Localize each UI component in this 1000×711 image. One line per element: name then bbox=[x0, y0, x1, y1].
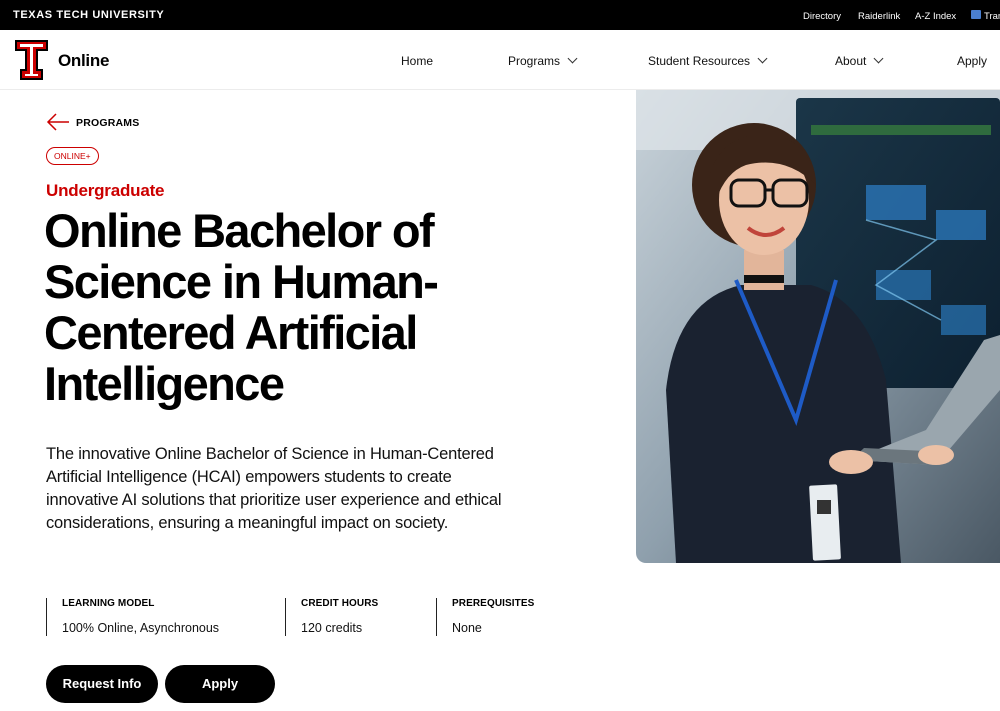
chevron-down-icon bbox=[757, 53, 768, 64]
raiderlink-link[interactable]: Raiderlink bbox=[858, 11, 900, 22]
double-t-logo-icon[interactable] bbox=[14, 39, 49, 81]
fact-prerequisites: PREREQUISITES None bbox=[436, 598, 534, 636]
translate-link[interactable]: Tran bbox=[984, 11, 1000, 22]
online-plus-badge: ONLINE+ bbox=[46, 147, 99, 165]
fact-label: CREDIT HOURS bbox=[301, 598, 379, 609]
university-name[interactable]: TEXAS TECH UNIVERSITY bbox=[13, 9, 164, 21]
directory-link[interactable]: Directory bbox=[803, 11, 841, 22]
fact-value: 100% Online, Asynchronous bbox=[62, 621, 220, 635]
fact-credit-hours: CREDIT HOURS 120 credits bbox=[285, 598, 378, 636]
nav-about[interactable]: About bbox=[835, 53, 884, 68]
nav-apply[interactable]: Apply bbox=[957, 54, 987, 68]
fact-value: 120 credits bbox=[301, 621, 363, 635]
fact-label: PREREQUISITES bbox=[452, 598, 535, 609]
back-to-programs-link[interactable]: PROGRAMS bbox=[76, 117, 139, 129]
fact-value: None bbox=[452, 621, 482, 635]
page-title: Online Bachelor of Science in Human- Cen… bbox=[44, 204, 439, 410]
student-with-laptop-photo bbox=[636, 90, 1000, 563]
arrow-left-icon[interactable] bbox=[46, 112, 70, 132]
translate-flag-icon[interactable] bbox=[971, 10, 981, 19]
nav-student-resources[interactable]: Student Resources bbox=[648, 53, 768, 68]
nav-home[interactable]: Home bbox=[401, 54, 433, 68]
chevron-down-icon bbox=[567, 53, 578, 64]
program-level: Undergraduate bbox=[46, 181, 165, 200]
apply-button[interactable]: Apply bbox=[165, 665, 275, 703]
fact-label: LEARNING MODEL bbox=[62, 598, 155, 609]
brand-name[interactable]: Online bbox=[58, 51, 109, 71]
utility-bar: TEXAS TECH UNIVERSITY Directory Raiderli… bbox=[0, 0, 1000, 30]
program-description: The innovative Online Bachelor of Scienc… bbox=[46, 445, 502, 532]
chevron-down-icon bbox=[873, 53, 884, 64]
nav-programs[interactable]: Programs bbox=[508, 53, 578, 68]
request-info-button[interactable]: Request Info bbox=[46, 665, 158, 703]
az-index-link[interactable]: A-Z Index bbox=[915, 11, 956, 22]
fact-learning-model: LEARNING MODEL 100% Online, Asynchronous bbox=[46, 598, 219, 636]
site-header: Online Home Programs Student Resources A… bbox=[0, 30, 1000, 90]
